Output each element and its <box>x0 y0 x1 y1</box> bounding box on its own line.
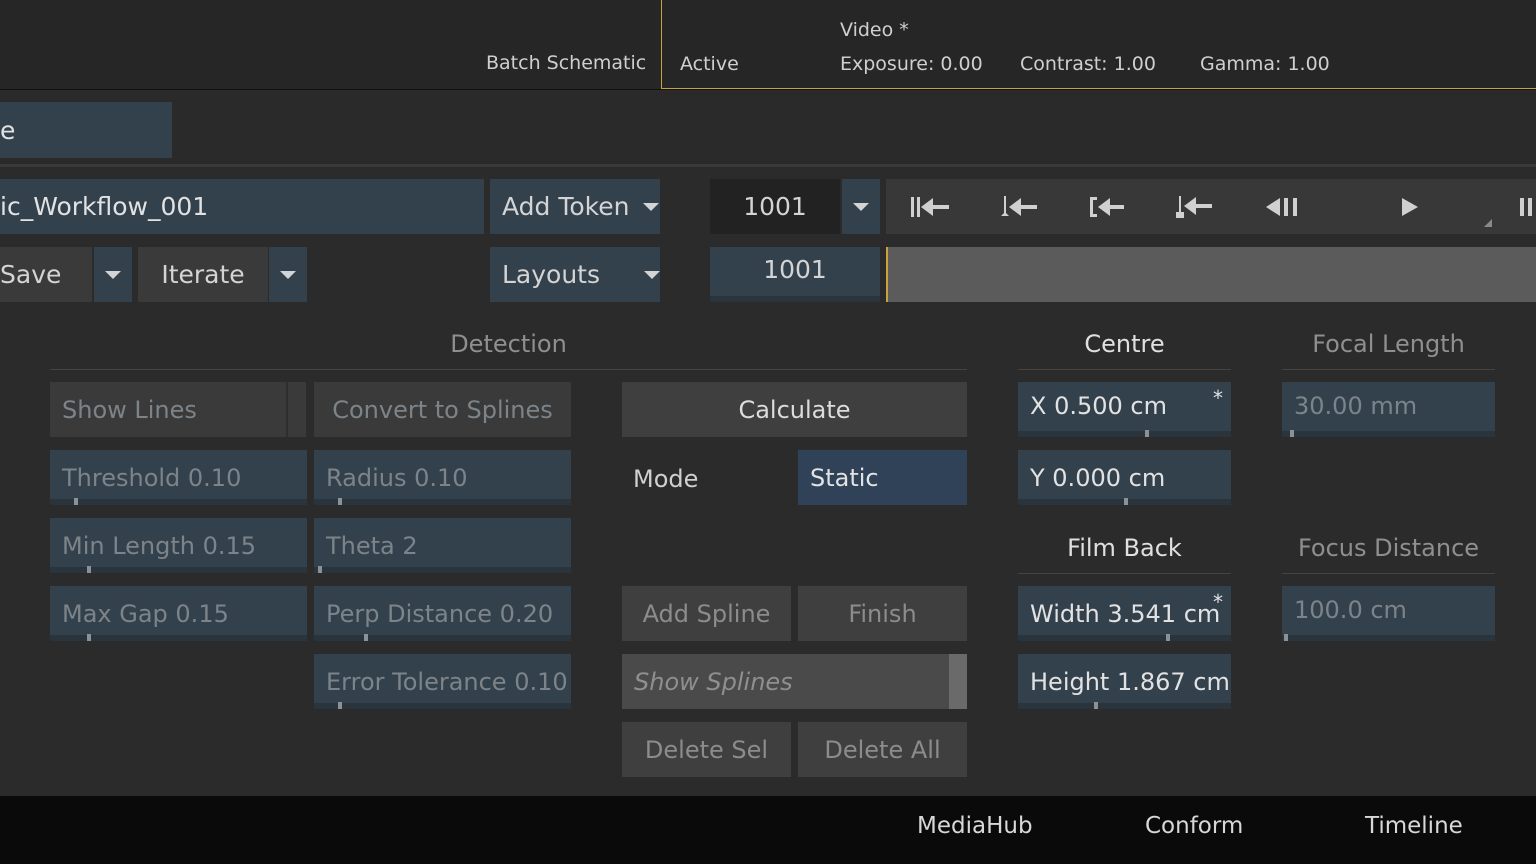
mode-label: Mode <box>633 465 699 493</box>
add-token-dropdown[interactable]: Add Token <box>490 179 660 234</box>
show-lines-toggle[interactable]: Show Lines <box>50 382 306 437</box>
show-splines-toggle[interactable]: Show Splines <box>622 654 967 709</box>
chevron-down-icon <box>644 270 660 279</box>
film-back-title: Film Back <box>1067 534 1182 562</box>
film-back-divider <box>1018 573 1231 574</box>
focus-distance-title: Focus Distance <box>1297 534 1480 562</box>
name-field[interactable]: e <box>0 102 172 158</box>
chevron-down-icon <box>280 270 296 279</box>
focus-distance-divider <box>1282 573 1495 574</box>
focal-length-field[interactable]: 30.00 mm <box>1282 382 1495 437</box>
add-spline-button[interactable]: Add Spline <box>622 586 791 641</box>
mode-dropdown[interactable]: Static <box>798 450 967 505</box>
detection-title: Detection <box>450 330 567 358</box>
delete-all-button[interactable]: Delete All <box>798 722 967 777</box>
exposure-readout[interactable]: Exposure: 0.00 <box>840 53 983 75</box>
tab-timeline[interactable]: Timeline <box>1365 813 1463 839</box>
previous-mark-icon[interactable] <box>1170 190 1220 224</box>
film-back-width-field[interactable]: Width 3.541 cm * <box>1018 586 1231 641</box>
centre-x-field[interactable]: X 0.500 cm * <box>1018 382 1231 437</box>
toggle-indicator <box>949 654 967 709</box>
active-label: Active <box>680 53 739 75</box>
go-to-start-icon[interactable] <box>905 190 955 224</box>
centre-title: Centre <box>1084 330 1165 358</box>
modified-indicator: * <box>1213 590 1223 614</box>
frame-number-field[interactable]: 1001 <box>710 179 840 234</box>
chevron-down-icon <box>643 202 660 211</box>
filename-field[interactable]: ic_Workflow_001 <box>0 179 484 234</box>
tab-mediahub[interactable]: MediaHub <box>917 813 1033 839</box>
batch-schematic-tab[interactable]: Batch Schematic <box>486 52 646 74</box>
step-back-icon[interactable] <box>1258 190 1308 224</box>
name-row <box>0 91 1536 167</box>
detection-divider <box>50 369 967 370</box>
save-button[interactable]: Save <box>0 247 92 302</box>
theta-slider[interactable]: Theta 2 <box>314 518 571 573</box>
footer-bar <box>0 796 1536 864</box>
timeline-scrubber[interactable] <box>886 247 1536 302</box>
save-options-dropdown[interactable] <box>94 247 132 302</box>
modified-indicator: * <box>1213 386 1223 410</box>
previous-keyframe-icon[interactable] <box>995 190 1045 224</box>
toggle-separator <box>286 382 288 437</box>
pause-icon[interactable] <box>1516 190 1536 224</box>
finish-button[interactable]: Finish <box>798 586 967 641</box>
calculate-button[interactable]: Calculate <box>622 382 967 437</box>
iterate-options-dropdown[interactable] <box>269 247 307 302</box>
viewer-info-panel <box>661 0 1536 89</box>
video-label: Video * <box>840 19 909 41</box>
error-tolerance-slider[interactable]: Error Tolerance 0.10 <box>314 654 571 709</box>
chevron-down-icon <box>853 202 869 211</box>
current-frame-field[interactable]: 1001 <box>710 247 880 302</box>
play-icon[interactable] <box>1390 190 1430 224</box>
playhead[interactable] <box>886 247 888 302</box>
layouts-dropdown[interactable]: Layouts <box>490 247 660 302</box>
centre-divider <box>1018 369 1231 370</box>
max-gap-slider[interactable]: Max Gap 0.15 <box>50 586 307 641</box>
focal-length-divider <box>1282 369 1495 370</box>
layouts-label: Layouts <box>502 260 601 289</box>
tab-conform[interactable]: Conform <box>1145 813 1243 839</box>
min-length-slider[interactable]: Min Length 0.15 <box>50 518 307 573</box>
delete-sel-button[interactable]: Delete Sel <box>622 722 791 777</box>
film-back-height-field[interactable]: Height 1.867 cm <box>1018 654 1231 709</box>
go-to-in-point-icon[interactable] <box>1082 190 1132 224</box>
convert-to-splines-button[interactable]: Convert to Splines <box>314 382 571 437</box>
threshold-slider[interactable]: Threshold 0.10 <box>50 450 307 505</box>
current-frame-value: 1001 <box>763 255 827 284</box>
gamma-readout[interactable]: Gamma: 1.00 <box>1200 53 1330 75</box>
add-token-label: Add Token <box>502 192 630 221</box>
focus-distance-field[interactable]: 100.0 cm <box>1282 586 1495 641</box>
perp-distance-slider[interactable]: Perp Distance 0.20 <box>314 586 571 641</box>
chevron-down-icon <box>105 270 121 279</box>
focal-length-title: Focal Length <box>1312 330 1465 358</box>
radius-slider[interactable]: Radius 0.10 <box>314 450 571 505</box>
resize-corner-icon <box>1484 219 1492 227</box>
frame-options-dropdown[interactable] <box>842 179 880 234</box>
current-frame-slider <box>710 296 880 302</box>
contrast-readout[interactable]: Contrast: 1.00 <box>1020 53 1156 75</box>
centre-y-field[interactable]: Y 0.000 cm <box>1018 450 1231 505</box>
iterate-button[interactable]: Iterate <box>138 247 268 302</box>
